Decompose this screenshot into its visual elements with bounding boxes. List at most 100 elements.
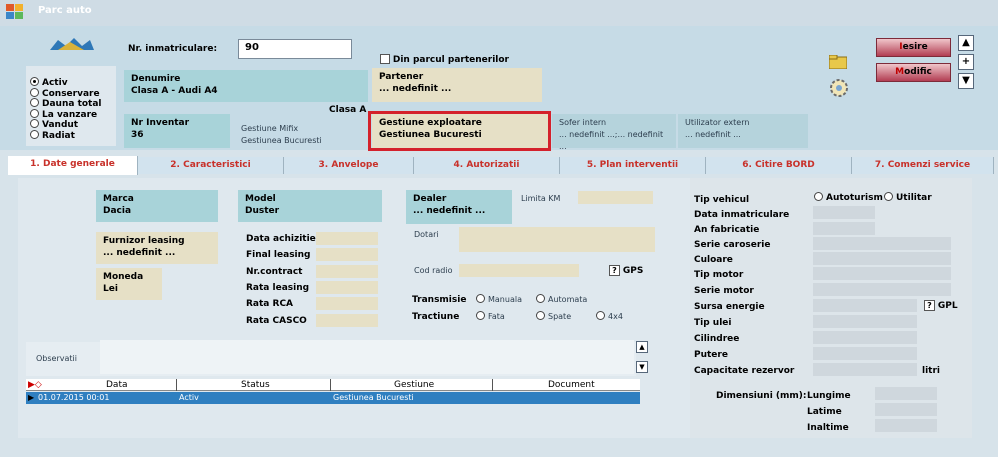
col-gestiune[interactable]: Gestiune xyxy=(394,379,434,391)
tab-citire-bord[interactable]: 6. Citire BORD xyxy=(706,157,852,174)
inaltime-label: Inaltime xyxy=(807,423,849,433)
status-la-vanzare[interactable]: La vanzare xyxy=(30,108,102,119)
dotari-input[interactable] xyxy=(459,227,655,252)
cilindree-label: Cilindree xyxy=(694,334,740,344)
latime-input[interactable] xyxy=(875,403,937,416)
data-achizitie-label: Data achizitie xyxy=(246,234,316,244)
plus-button[interactable]: + xyxy=(958,54,974,70)
status-radiat[interactable]: Radiat xyxy=(30,129,102,140)
observatii-input[interactable] xyxy=(100,340,634,374)
inaltime-input[interactable] xyxy=(875,419,937,432)
tab-bar: 1. Date generale 2. Caracteristici 3. An… xyxy=(8,156,994,175)
scroll-up-icon[interactable]: ▲ xyxy=(636,341,648,353)
tab-autorizatii[interactable]: 4. Autorizatii xyxy=(414,157,560,174)
cod-radio-label: Cod radio xyxy=(414,266,453,275)
furnizor-leasing-field[interactable]: Furnizor leasing... nedefinit ... xyxy=(96,232,218,264)
radio-utilitar[interactable]: Utilitar xyxy=(884,192,932,203)
inventar-label: Nr Inventar xyxy=(131,118,190,128)
status-activ[interactable]: Activ xyxy=(30,77,102,88)
rata-leasing-input[interactable] xyxy=(316,281,378,294)
din-parcul-checkbox[interactable]: Din parcul partenerilor xyxy=(380,54,509,65)
status-vandut[interactable]: Vandut xyxy=(30,119,102,130)
din-parcul-label: Din parcul partenerilor xyxy=(392,55,509,65)
down-arrow-icon[interactable]: ▼ xyxy=(958,73,974,89)
status-dauna-total[interactable]: Dauna total xyxy=(30,98,102,109)
latime-label: Latime xyxy=(807,407,842,417)
limita-km-label: Limita KM xyxy=(521,194,561,203)
car-icon xyxy=(50,36,94,57)
folder-icon[interactable] xyxy=(828,54,848,70)
rata-rca-input[interactable] xyxy=(316,297,378,310)
tip-motor-label: Tip motor xyxy=(694,270,744,280)
status-conservare[interactable]: Conservare xyxy=(30,87,102,98)
putere-input[interactable] xyxy=(813,347,917,360)
culoare-input[interactable] xyxy=(813,252,951,265)
partener-field[interactable]: Partener ... nedefinit ... xyxy=(372,68,542,102)
cilindree-input[interactable] xyxy=(813,331,917,344)
observatii-label: Observatii xyxy=(36,354,77,363)
tip-motor-input[interactable] xyxy=(813,267,951,280)
data-achizitie-input[interactable] xyxy=(316,232,378,245)
transmisie-label: Transmisie xyxy=(412,295,467,305)
tip-vehicul-label: Tip vehicul xyxy=(694,195,750,205)
radio-automata[interactable]: Automata xyxy=(536,294,587,304)
tip-ulei-input[interactable] xyxy=(813,315,917,328)
gps-checkbox[interactable]: ? GPS xyxy=(609,265,643,276)
radio-spate[interactable]: Spate xyxy=(536,311,571,321)
tab-plan-interventii[interactable]: 5. Plan interventii xyxy=(560,157,706,174)
radio-manuala[interactable]: Manuala xyxy=(476,294,522,304)
final-leasing-input[interactable] xyxy=(316,248,378,261)
tab-date-generale[interactable]: 1. Date generale xyxy=(8,156,138,175)
tab-comenzi-service[interactable]: 7. Comenzi service xyxy=(852,157,994,174)
radio-fata[interactable]: Fata xyxy=(476,311,505,321)
nr-contract-input[interactable] xyxy=(316,265,378,278)
modific-button[interactable]: Modific xyxy=(876,63,951,82)
serie-caroserie-input[interactable] xyxy=(813,237,951,250)
inventar-field[interactable]: Nr Inventar 36 xyxy=(124,114,230,148)
serie-motor-label: Serie motor xyxy=(694,286,754,296)
nr-inmatriculare-input[interactable]: 90 xyxy=(238,39,352,59)
app-icon xyxy=(6,4,28,22)
sursa-energie-label: Sursa energie xyxy=(694,302,765,312)
an-fabricatie-input[interactable] xyxy=(813,222,875,235)
denumire-field[interactable]: Denumire Clasa A - Audi A4 xyxy=(124,70,368,102)
iesire-button[interactable]: Iesire xyxy=(876,38,951,57)
limita-km-input[interactable] xyxy=(578,191,653,204)
capacitate-rezervor-input[interactable] xyxy=(813,363,917,376)
model-field[interactable]: Model Duster xyxy=(238,190,382,222)
rata-casco-label: Rata CASCO xyxy=(246,316,307,326)
radio-4x4[interactable]: 4x4 xyxy=(596,311,623,321)
col-data[interactable]: Data xyxy=(106,379,128,391)
highlight-box xyxy=(368,111,551,151)
table-row[interactable]: ▶ 01.07.2015 00:01 Activ Gestiunea Bucur… xyxy=(26,392,640,404)
col-status[interactable]: Status xyxy=(241,379,270,391)
serie-motor-input[interactable] xyxy=(813,283,951,296)
tab-caracteristici[interactable]: 2. Caracteristici xyxy=(138,157,284,174)
clasa-text: Clasa A xyxy=(329,105,367,115)
tab-anvelope[interactable]: 3. Anvelope xyxy=(284,157,414,174)
dealer-field[interactable]: Dealer... nedefinit ... xyxy=(406,190,512,224)
settings-icon[interactable] xyxy=(829,78,849,98)
scroll-down-icon[interactable]: ▼ xyxy=(636,361,648,373)
title-bar: Parc auto xyxy=(0,0,998,26)
moneda-field[interactable]: Moneda Lei xyxy=(96,268,162,300)
sofer-intern-field[interactable]: Sofer intern... nedefinit ...;... nedefi… xyxy=(552,114,676,151)
nr-inmatriculare-label: Nr. inmatriculare: xyxy=(128,44,218,54)
rata-rca-label: Rata RCA xyxy=(246,299,294,309)
col-document[interactable]: Document xyxy=(548,379,595,391)
lungime-input[interactable] xyxy=(875,387,937,400)
data-inmatriculare-input[interactable] xyxy=(813,206,875,219)
partener-value: ... nedefinit ... xyxy=(379,84,452,94)
sursa-energie-input[interactable] xyxy=(813,299,917,312)
gpl-checkbox[interactable]: ? GPL xyxy=(924,300,958,311)
utilizator-extern-field[interactable]: Utilizator extern... nedefinit ... xyxy=(678,114,808,148)
cod-radio-input[interactable] xyxy=(459,264,579,277)
an-fabricatie-label: An fabricatie xyxy=(694,225,760,235)
lungime-label: Lungime xyxy=(807,391,851,401)
rata-casco-input[interactable] xyxy=(316,314,378,327)
data-inmatriculare-label: Data inmatriculare xyxy=(694,210,790,220)
radio-autoturism[interactable]: Autoturism xyxy=(814,192,883,203)
up-arrow-icon[interactable]: ▲ xyxy=(958,35,974,51)
marca-field[interactable]: Marca Dacia xyxy=(96,190,218,222)
culoare-label: Culoare xyxy=(694,255,733,265)
